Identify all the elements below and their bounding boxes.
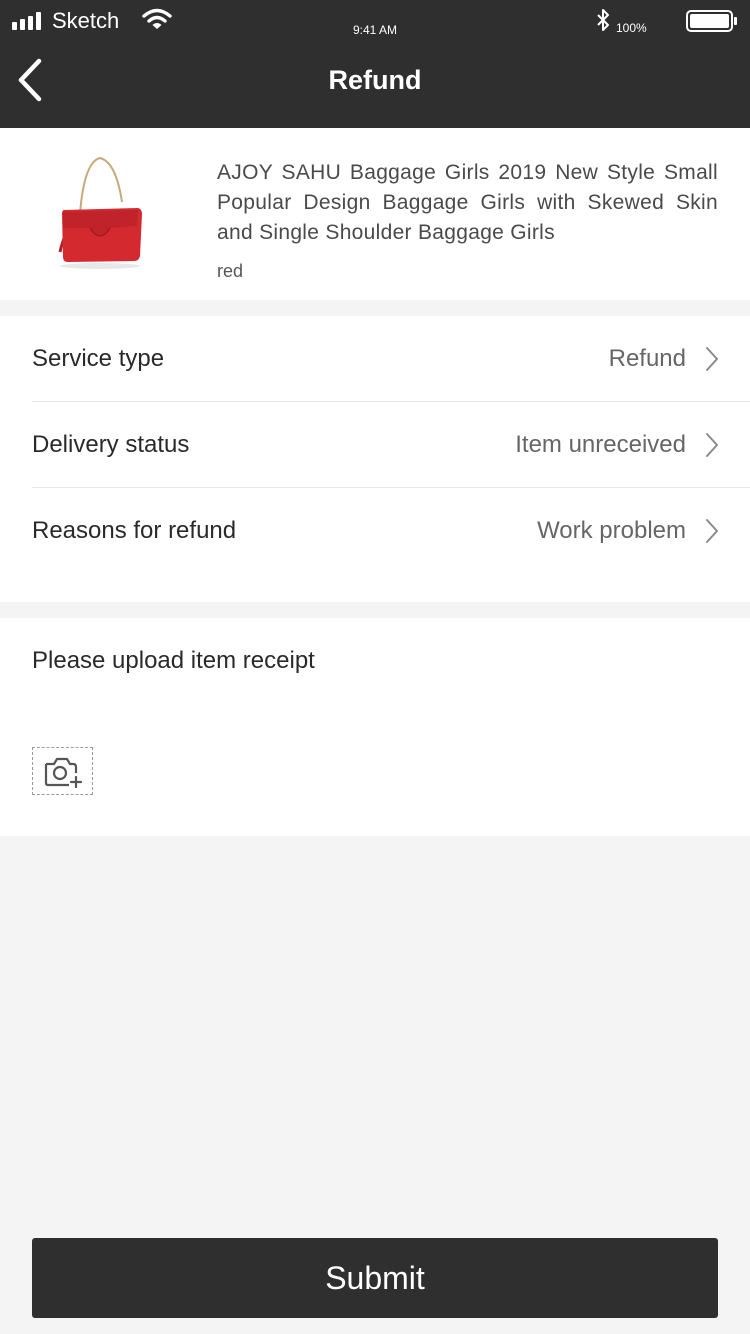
upload-receipt-section: Please upload item receipt <box>0 618 750 836</box>
refund-page: Sketch 9:41 AM 100% Refund AJOY SAHU Bag… <box>0 0 750 1334</box>
page-title: Refund <box>328 65 422 95</box>
product-variant: red <box>217 261 244 281</box>
product-card: AJOY SAHU Baggage Girls 2019 New Style S… <box>0 128 750 300</box>
battery-icon <box>686 10 737 32</box>
product-image <box>58 156 142 269</box>
refund-options-list: Service type Refund Delivery status Item… <box>0 316 750 602</box>
battery-percent: 100% <box>616 21 647 35</box>
submit-button[interactable]: Submit <box>32 1238 718 1318</box>
status-bar: Sketch 9:41 AM 100% <box>0 0 750 40</box>
bluetooth-icon <box>597 9 609 31</box>
service-type-row[interactable]: Service type Refund <box>32 316 750 402</box>
header: Sketch 9:41 AM 100% Refund <box>0 0 750 128</box>
chevron-right-icon <box>706 519 718 543</box>
refund-reason-value: Work problem <box>537 517 686 544</box>
delivery-status-row[interactable]: Delivery status Item unreceived <box>32 402 750 488</box>
refund-reason-label: Reasons for refund <box>32 517 237 544</box>
upload-label: Please upload item receipt <box>32 647 315 674</box>
chevron-right-icon <box>706 433 718 457</box>
chevron-right-icon <box>706 347 718 371</box>
delivery-status-value: Item unreceived <box>515 431 686 458</box>
refund-reason-row[interactable]: Reasons for refund Work problem <box>32 488 750 574</box>
camera-add-icon <box>44 757 83 788</box>
service-type-value: Refund <box>608 345 686 372</box>
product-title: AJOY SAHU Baggage Girls 2019 New Style S… <box>217 161 718 244</box>
delivery-status-label: Delivery status <box>32 431 190 458</box>
upload-photo-button[interactable] <box>32 747 93 795</box>
service-type-label: Service type <box>32 345 165 372</box>
